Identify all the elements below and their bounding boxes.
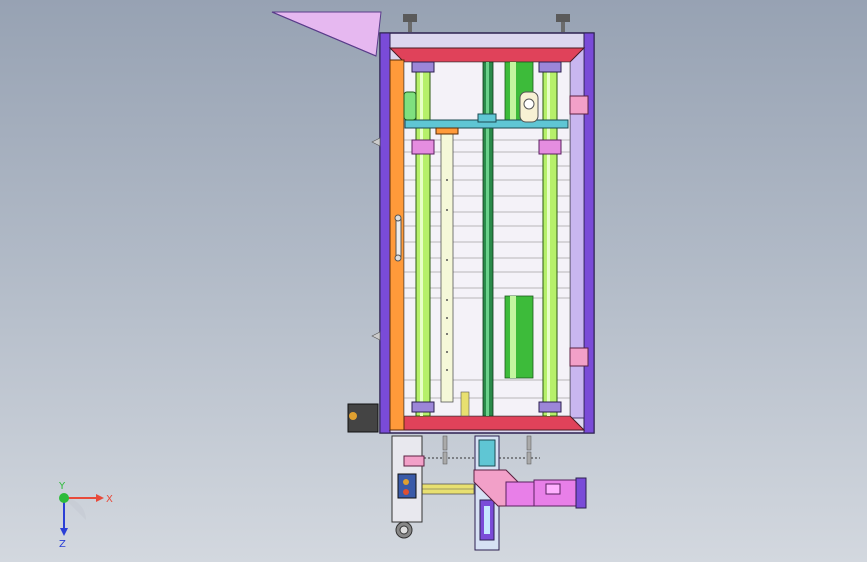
top-foot-right [556,14,570,32]
bracket-bottom-right [569,347,589,367]
bottom-red-beam [388,415,586,431]
y-axis-label: Y [58,481,66,492]
cad-viewport[interactable]: X Y Z [0,0,867,562]
top-red-beam [388,47,586,63]
x-axis-label: X [106,494,113,505]
door-handle [395,217,402,259]
coordinate-triad: X Y Z [58,481,113,550]
right-post [583,32,595,434]
roller [519,91,539,123]
slotted-bar [440,131,454,403]
z-axis-label: Z [59,539,66,550]
left-post [379,32,391,434]
bracket-top-right [569,95,589,115]
bottom-drive-assembly [391,435,587,551]
top-foot-left [403,14,417,32]
y-axis-dot [59,493,69,503]
machine-model[interactable] [0,0,867,562]
